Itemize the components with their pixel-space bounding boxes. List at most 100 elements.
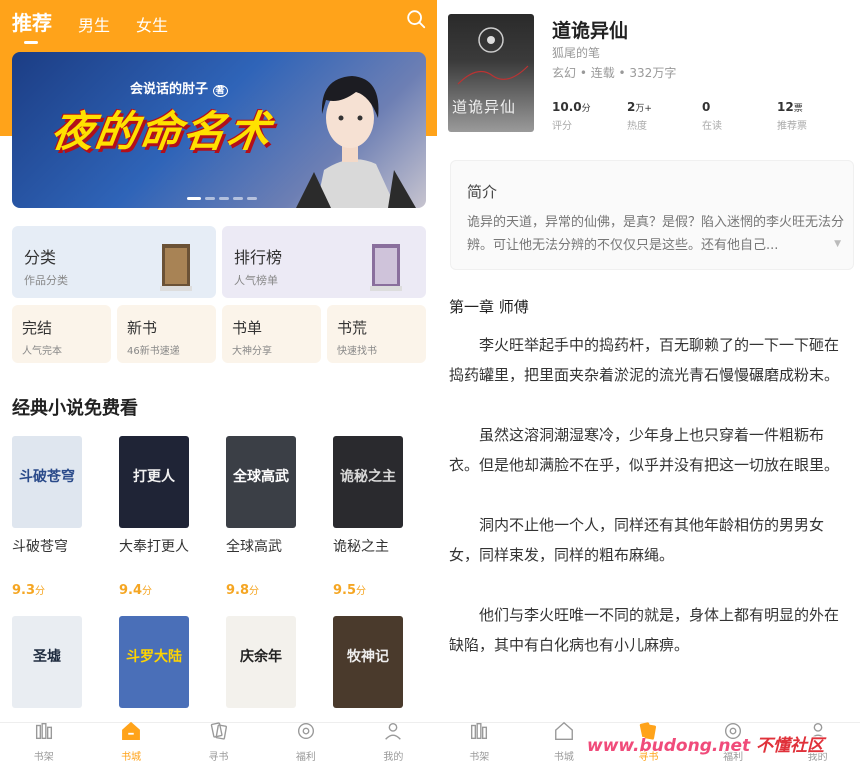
- book-name: 全球高武: [226, 539, 282, 555]
- nav-home[interactable]: 书城: [87, 720, 174, 766]
- stat-rating: 10.0分 评分: [552, 100, 627, 132]
- cover-title: 庆余年: [240, 649, 282, 665]
- book-name: 大奉打更人: [119, 539, 189, 555]
- book-card[interactable]: 打更人大奉打更人 9.4分: [119, 436, 199, 598]
- book-card[interactable]: 斗罗大陆: [119, 616, 199, 708]
- bookstore-home-panel: 推荐 男生 女生 会说话的肘子 著 夜的命名术 分类 作品分类 排行榜 人气榜单…: [0, 0, 437, 766]
- nav-label: 福利: [295, 752, 316, 763]
- shortcut-title: 完结: [22, 319, 53, 337]
- stat-reading: 0 在读: [702, 100, 777, 132]
- paragraph: 虽然这溶洞潮湿寒冷，少年身上也只穿着一件粗粝布衣。但是他却满脸不在乎，似乎并没有…: [449, 426, 840, 474]
- cover-emblem-icon: [457, 27, 529, 85]
- nav-bookshelf[interactable]: 书架: [437, 720, 522, 766]
- tab-recommend[interactable]: 推荐: [12, 7, 52, 44]
- expand-arrow-icon[interactable]: ▼: [834, 239, 841, 249]
- banner-dot[interactable]: [205, 197, 215, 200]
- bookshelf-icon: [468, 720, 490, 746]
- stat-votes: 12票 推荐票: [777, 100, 852, 132]
- shortcut-find-book[interactable]: 书荒 快速找书: [327, 305, 426, 363]
- chapter-title: 第一章 师傅: [449, 298, 529, 316]
- tab-female[interactable]: 女生: [136, 12, 168, 36]
- cover-title: 牧神记: [347, 649, 389, 665]
- book-stack-icon: [160, 244, 192, 291]
- book-card[interactable]: 牧神记: [333, 616, 413, 708]
- cover-title: 诡秘之主: [340, 469, 396, 485]
- stat-unit: 万+: [635, 104, 652, 114]
- promo-banner[interactable]: 会说话的肘子 著 夜的命名术: [12, 52, 426, 208]
- stat-label: 在读: [702, 121, 722, 132]
- section-title: 经典小说免费看: [12, 398, 138, 419]
- synopsis-box[interactable]: 简介 诡异的天道，异常的仙佛，是真？是假？陷入迷惘的李火旺无法分辨。可让他无法分…: [450, 160, 854, 270]
- book-card[interactable]: 诡秘之主 诡秘之主 9.5分: [333, 436, 413, 598]
- book-card[interactable]: 庆余年: [226, 616, 306, 708]
- nav-gift[interactable]: 福利: [262, 720, 349, 766]
- search-icon[interactable]: [405, 8, 427, 30]
- book-title: 道诡异仙: [552, 20, 629, 42]
- cover-title: 道诡异仙: [452, 98, 517, 116]
- category-row: 分类 作品分类 排行榜 人气榜单: [12, 226, 426, 298]
- stat-popularity: 2万+ 热度: [627, 100, 702, 132]
- cover-title: 全球高武: [233, 469, 289, 485]
- banner-dot[interactable]: [247, 197, 257, 200]
- bottom-navigation: 书架 书城 寻书 福利 我的: [0, 720, 437, 766]
- cover-title: 斗罗大陆: [126, 649, 182, 665]
- shortcut-booklist[interactable]: 书单 大神分享: [222, 305, 321, 363]
- nav-profile[interactable]: 我的: [350, 720, 437, 766]
- book-cover: 牧神记: [333, 616, 403, 708]
- shortcut-row: 完结 人气完本 新书 46新书速递 书单 大神分享 书荒 快速找书: [12, 305, 426, 363]
- paragraph: 洞内不止他一个人，同样还有其他年龄相仿的男男女女，同样束发，同样的粗布麻绳。: [449, 516, 825, 564]
- paragraph: 他们与李火旺唯一不同的就是，身体上都有明显的外在缺陷，其中有白化病也有小儿麻痹。: [449, 606, 840, 654]
- ranking-card[interactable]: 排行榜 人气榜单: [222, 226, 426, 298]
- cover-title: 圣墟: [33, 649, 61, 665]
- book-detail-panel: 道诡异仙 道诡异仙 狐尾的笔 玄幻 • 连载 • 332万字 10.0分 评分 …: [437, 0, 860, 766]
- stat-label: 热度: [627, 121, 647, 132]
- nav-bookshelf[interactable]: 书架: [0, 722, 87, 766]
- book-score: 9.4分: [119, 583, 153, 598]
- chapter-content: 李火旺举起手中的捣药杆，百无聊赖了的一下一下砸在捣药罐里，把里面夹杂着淤泥的流光…: [449, 330, 849, 690]
- nav-label: 书城: [121, 752, 142, 763]
- book-meta: 玄幻 • 连载 • 332万字: [552, 66, 677, 80]
- book-cover: 全球高武: [226, 436, 296, 528]
- banner-dot[interactable]: [219, 197, 229, 200]
- profile-icon: [382, 720, 404, 746]
- book-stats: 10.0分 评分 2万+ 热度 0 在读 12票 推荐票: [552, 100, 852, 132]
- synopsis-heading: 简介: [467, 183, 498, 201]
- nav-cards[interactable]: 寻书: [175, 720, 262, 766]
- book-score: 9.3分: [12, 583, 46, 598]
- book-score: 9.8分: [226, 583, 260, 598]
- book-cover: 打更人: [119, 436, 189, 528]
- home-icon: [120, 720, 142, 746]
- cover-title: 斗破苍穹: [19, 469, 75, 485]
- shortcut-subtitle: 人气完本: [22, 346, 62, 357]
- book-cover: 庆余年: [226, 616, 296, 708]
- stat-value: 12: [777, 100, 794, 114]
- nav-label: 书架: [33, 752, 54, 763]
- nav-label: 寻书: [208, 752, 229, 763]
- nav-label: 我的: [383, 752, 404, 763]
- book-author[interactable]: 狐尾的笔: [552, 44, 600, 61]
- stat-unit: 票: [793, 104, 803, 114]
- watermark-name: 不懂社区: [756, 736, 825, 756]
- book-name: 斗破苍穹: [12, 539, 68, 555]
- shortcut-subtitle: 大神分享: [232, 346, 272, 357]
- book-card[interactable]: 斗破苍穹 斗破苍穹 9.3分: [12, 436, 92, 598]
- banner-author: 会说话的肘子 著: [130, 78, 228, 97]
- gift-icon: [295, 720, 317, 746]
- book-cover: 圣墟: [12, 616, 82, 708]
- tab-male[interactable]: 男生: [78, 12, 110, 36]
- banner-pagination: [187, 197, 257, 200]
- shortcut-title: 书荒: [337, 319, 368, 337]
- book-cover: 斗破苍穹: [12, 436, 82, 528]
- category-card[interactable]: 分类 作品分类: [12, 226, 216, 298]
- banner-dot[interactable]: [233, 197, 243, 200]
- cards-icon: [208, 720, 230, 746]
- paragraph: 李火旺举起手中的捣药杆，百无聊赖了的一下一下砸在捣药罐里，把里面夹杂着淤泥的流光…: [449, 336, 840, 384]
- book-card[interactable]: 全球高武 全球高武 9.8分: [226, 436, 306, 598]
- synopsis-text: 诡异的天道，异常的仙佛，是真？是假？陷入迷惘的李火旺无法分辨。可让他无法分辨的不…: [467, 215, 845, 253]
- shortcut-new[interactable]: 新书 46新书速递: [117, 305, 216, 363]
- banner-dot[interactable]: [187, 197, 201, 200]
- shortcut-finished[interactable]: 完结 人气完本: [12, 305, 111, 363]
- book-cover: 斗罗大陆: [119, 616, 189, 708]
- book-stack-icon: [370, 244, 402, 291]
- book-card[interactable]: 圣墟: [12, 616, 92, 708]
